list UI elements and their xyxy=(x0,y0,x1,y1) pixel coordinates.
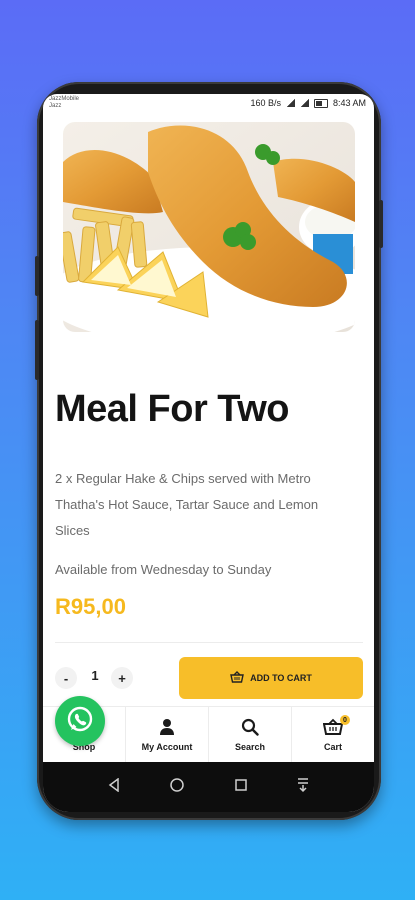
signal-icon xyxy=(299,99,309,107)
recents-icon[interactable] xyxy=(234,778,248,797)
user-icon xyxy=(158,718,176,738)
net-speed: 160 B/s xyxy=(250,98,281,108)
add-to-cart-button[interactable]: ADD TO CART xyxy=(179,657,363,699)
nav-item-my-account[interactable]: My Account xyxy=(125,707,208,763)
cart-count-badge: 0 xyxy=(340,715,350,725)
notifications-icon[interactable] xyxy=(296,777,310,798)
phone-side-button xyxy=(35,256,39,296)
product-title: Meal For Two xyxy=(55,388,289,430)
search-icon xyxy=(241,718,259,738)
divider xyxy=(55,642,363,643)
quantity-increase-button[interactable]: + xyxy=(111,667,133,689)
status-icons: 160 B/s 8:43 AM xyxy=(250,98,366,108)
whatsapp-icon xyxy=(65,704,95,739)
app-screen: JazzMobile Jazz 160 B/s 8:43 AM Meal For… xyxy=(43,94,374,812)
home-icon[interactable] xyxy=(169,777,185,798)
carrier-info: JazzMobile Jazz xyxy=(49,96,79,110)
product-image xyxy=(63,122,355,332)
basket-icon xyxy=(230,671,244,685)
status-bar: JazzMobile Jazz 160 B/s 8:43 AM xyxy=(43,94,374,114)
product-price: R95,00 xyxy=(55,594,126,619)
battery-icon xyxy=(313,98,328,108)
back-icon[interactable] xyxy=(107,777,121,797)
nav-item-search[interactable]: Search xyxy=(208,707,291,763)
quantity-decrease-button[interactable]: - xyxy=(55,667,77,689)
nav-item-cart[interactable]: 0 Cart xyxy=(291,707,374,763)
nav-item-label: Cart xyxy=(323,742,342,752)
whatsapp-button[interactable] xyxy=(55,696,105,746)
system-navigation-bar xyxy=(43,762,374,812)
phone-side-button xyxy=(35,320,39,380)
nav-item-label: Search xyxy=(234,742,266,752)
carrier-name: JazzMobile xyxy=(49,96,80,102)
carrier-name-secondary: Jazz xyxy=(49,103,62,109)
product-description: 2 x Regular Hake & Chips served with Met… xyxy=(55,471,319,538)
add-to-cart-label: ADD TO CART xyxy=(250,673,312,683)
phone-side-button xyxy=(379,200,383,248)
quantity-value: 1 xyxy=(91,668,99,683)
clock: 8:43 AM xyxy=(332,98,366,108)
wifi-icon xyxy=(285,99,295,107)
nav-item-label: My Account xyxy=(141,742,193,752)
product-availability: Available from Wednesday to Sunday xyxy=(55,562,272,577)
